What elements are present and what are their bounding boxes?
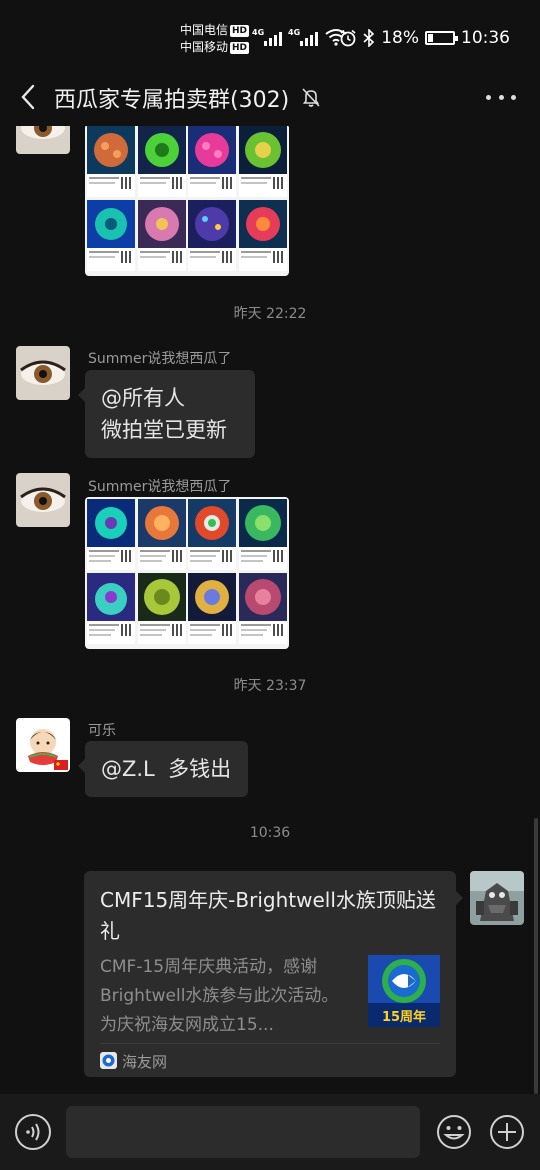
- bluetooth-icon: [363, 29, 375, 47]
- coral-photo: [87, 200, 135, 271]
- link-description: CMF-15周年庆典活动，感谢Brightwell水族参与此次活动。为庆祝海友网…: [100, 957, 339, 1035]
- thumbnail-label: 15周年: [382, 1009, 426, 1025]
- timestamp: 昨天 23:37: [233, 678, 307, 694]
- coral-photo: [87, 126, 135, 197]
- avatar[interactable]: [470, 871, 524, 925]
- scrollbar[interactable]: [534, 818, 538, 1094]
- coral-photo: [137, 200, 186, 271]
- hd-icon: HD: [230, 25, 250, 37]
- coral-photo: [87, 573, 135, 644]
- image-message[interactable]: [85, 126, 289, 276]
- coral-photo: [137, 573, 186, 644]
- image-message[interactable]: [85, 497, 289, 649]
- carrier2-label: 中国移动: [180, 40, 229, 54]
- coral-photo: [238, 499, 287, 570]
- coral-photo: [188, 200, 236, 271]
- message-line: 微拍堂已更新: [101, 418, 227, 442]
- back-icon[interactable]: [16, 82, 44, 112]
- avatar[interactable]: [16, 346, 70, 400]
- text-message[interactable]: @所有人 微拍堂已更新: [78, 370, 255, 458]
- mute-icon: [300, 86, 322, 108]
- plus-icon[interactable]: [489, 1114, 525, 1150]
- network-type-label: 4G: [252, 28, 265, 37]
- input-bar: [0, 1094, 540, 1170]
- coral-photo: [137, 126, 186, 197]
- avatar[interactable]: [16, 718, 70, 772]
- divider: [100, 1043, 440, 1044]
- coral-photo: [87, 499, 135, 570]
- avatar[interactable]: [16, 473, 70, 527]
- battery-icon: [425, 31, 458, 45]
- avatar[interactable]: [16, 126, 70, 154]
- coral-photo: [238, 200, 287, 271]
- emoji-icon[interactable]: [436, 1114, 472, 1150]
- coral-photo: [137, 499, 186, 570]
- link-thumbnail: 15周年: [368, 955, 440, 1027]
- more-icon[interactable]: [486, 90, 516, 104]
- link-title: CMF15周年庆-Brightwell水族顶贴送礼: [100, 888, 436, 943]
- sender-name: 可乐: [88, 723, 116, 739]
- carrier1-label: 中国电信: [180, 23, 229, 37]
- coral-photo: [238, 126, 287, 197]
- coral-photo: [188, 126, 236, 197]
- chat-header: 西瓜家专属拍卖群(302): [0, 70, 540, 126]
- status-bar: 中国电信 HD 中国移动 HD 4G 4G 18% 10:36: [0, 0, 540, 70]
- chat-area[interactable]: 昨天 22:22 Summer说我想西瓜了 @所有人 微拍堂已更新 Summer…: [0, 126, 540, 1094]
- chat-title: 西瓜家专属拍卖群(302): [54, 88, 290, 113]
- carrier-labels: 中国电信 HD 中国移动 HD: [180, 22, 250, 56]
- message-input[interactable]: [66, 1106, 420, 1158]
- signal-icon: 4G: [288, 28, 318, 46]
- source-logo-icon: [100, 1052, 117, 1069]
- sender-name: Summer说我想西瓜了: [88, 479, 232, 495]
- message-line: @所有人: [101, 386, 185, 410]
- signal-icon: 4G: [252, 28, 282, 46]
- sender-name: Summer说我想西瓜了: [88, 351, 232, 367]
- link-source: 海友网: [122, 1053, 168, 1071]
- clock: 10:36: [461, 28, 510, 48]
- hd-icon: HD: [230, 42, 250, 54]
- network-type-label: 4G: [288, 28, 301, 37]
- battery-percent: 18%: [381, 28, 419, 48]
- voice-icon[interactable]: [15, 1114, 51, 1150]
- text-message[interactable]: @Z.L 多钱出: [78, 741, 248, 797]
- message-line: @Z.L 多钱出: [101, 757, 232, 781]
- link-card[interactable]: CMF15周年庆-Brightwell水族顶贴送礼 CMF-15周年庆典活动，感…: [84, 871, 463, 1077]
- timestamp: 昨天 22:22: [233, 306, 307, 322]
- signal-group: 4G 4G: [252, 28, 348, 46]
- status-right: 18% 10:36: [339, 28, 510, 48]
- coral-photo: [188, 573, 236, 644]
- alarm-icon: [340, 29, 356, 47]
- timestamp: 10:36: [249, 825, 291, 841]
- coral-photo: [238, 573, 287, 644]
- coral-photo: [188, 499, 236, 570]
